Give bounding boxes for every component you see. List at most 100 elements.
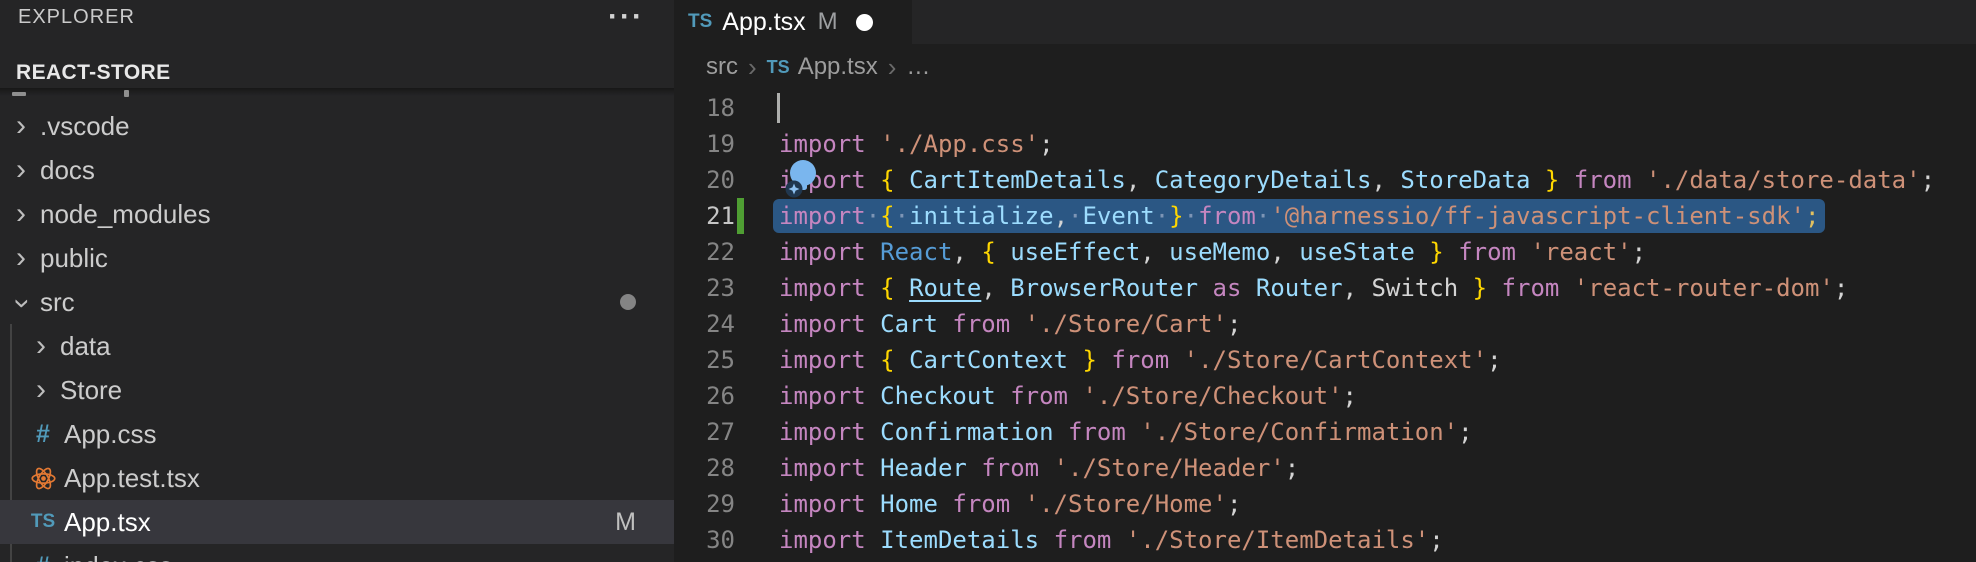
tree-item-label: data xyxy=(60,331,111,362)
tree-item-label: Store xyxy=(60,375,122,406)
line-number[interactable]: 23 xyxy=(674,270,735,306)
code-text: import Checkout from './Store/Checkout'; xyxy=(779,378,1357,414)
editor-tabbar: TS App.tsx M xyxy=(674,0,1976,44)
code-text: import { Route, BrowserRouter as Router,… xyxy=(779,270,1848,306)
file-item-app-tsx[interactable]: TS App.tsx M xyxy=(0,500,674,544)
line-number[interactable]: 27 xyxy=(674,414,735,450)
tree-item-label: public xyxy=(40,243,108,274)
line-number[interactable]: 20 xyxy=(674,162,735,198)
code-line-25[interactable]: 25 import { CartContext } from './Store/C… xyxy=(674,342,1976,378)
code-text: import ItemDetails from './Store/ItemDet… xyxy=(779,522,1444,558)
code-text: import·{·initialize,·Event·}·from·'@harn… xyxy=(779,198,1819,234)
code-text: import { CartContext } from './Store/Car… xyxy=(779,342,1502,378)
line-number[interactable]: 25 xyxy=(674,342,735,378)
code-line-24[interactable]: 24 import Cart from './Store/Cart'; xyxy=(674,306,1976,342)
file-item-app-test-tsx[interactable]: App.test.tsx xyxy=(0,456,674,500)
typescript-icon: TS xyxy=(31,511,55,533)
code-text: import React, { useEffect, useMemo, useS… xyxy=(779,234,1646,270)
css-icon: # xyxy=(36,420,50,449)
chevron-right-icon: › xyxy=(888,52,897,83)
react-icon xyxy=(30,465,57,492)
chevron-down-icon: › xyxy=(8,291,38,317)
code-text: import './App.css'; xyxy=(779,126,1054,162)
tree-item-label: node_modules xyxy=(40,199,211,230)
explorer-title: EXPLORER xyxy=(18,6,135,29)
code-line-27[interactable]: 27 import Confirmation from './Store/Conf… xyxy=(674,414,1976,450)
modified-dot-badge xyxy=(620,294,636,310)
code-line-20[interactable]: 20 import { CartItemDetails, CategoryDeta… xyxy=(674,162,1976,198)
ellipsis-icon[interactable]: ··· xyxy=(608,0,644,34)
css-icon: # xyxy=(36,552,50,562)
folder-item-store[interactable]: ›Store xyxy=(0,368,674,412)
folder-item-node-modules[interactable]: ›node_modules xyxy=(0,192,674,236)
code-line-21[interactable]: 21 import·{·initialize,·Event·}·from·'@ha… xyxy=(674,198,1976,234)
typescript-icon: TS xyxy=(767,57,790,78)
tab-git-modified-badge: M xyxy=(818,8,838,36)
tree-item-label: App.css xyxy=(64,419,157,450)
chevron-right-icon: › xyxy=(8,199,34,229)
code-line-26[interactable]: 26 import Checkout from './Store/Checkout… xyxy=(674,378,1976,414)
breadcrumb: src › TS App.tsx › … xyxy=(674,44,1976,90)
tree-item-label: src xyxy=(40,287,75,318)
line-number[interactable]: 26 xyxy=(674,378,735,414)
tab-label: App.tsx xyxy=(722,8,805,37)
code-text: import Confirmation from './Store/Confir… xyxy=(779,414,1473,450)
code-text: import { CartItemDetails, CategoryDetail… xyxy=(779,162,1935,198)
code-text: import Home from './Store/Home'; xyxy=(779,486,1241,522)
chevron-right-icon: › xyxy=(8,111,34,141)
git-modified-badge: M xyxy=(615,508,636,537)
chevron-right-icon: › xyxy=(8,155,34,185)
file-item-app-css[interactable]: # App.css xyxy=(0,412,674,456)
editor-area: TS App.tsx M src › TS App.tsx › … 1819 im… xyxy=(674,0,1976,562)
partial-row-fragment xyxy=(124,90,129,97)
code-line-19[interactable]: 19 import './App.css'; xyxy=(674,126,1976,162)
code-line-30[interactable]: 30 import ItemDetails from './Store/ItemD… xyxy=(674,522,1976,558)
line-number[interactable]: 28 xyxy=(674,450,735,486)
tree-item-label: App.tsx xyxy=(64,507,151,538)
tree-item-label: index.css xyxy=(64,551,172,562)
line-number[interactable]: 29 xyxy=(674,486,735,522)
line-number[interactable]: 22 xyxy=(674,234,735,270)
code-text: import Cart from './Store/Cart'; xyxy=(779,306,1241,342)
scroll-shadow xyxy=(0,88,674,96)
code-line-29[interactable]: 29 import Home from './Store/Home'; xyxy=(674,486,1976,522)
modified-gutter-bar xyxy=(737,198,744,234)
folder-item-src[interactable]: ›src xyxy=(0,280,674,324)
folder-item--vscode[interactable]: ›.vscode xyxy=(0,104,674,148)
code-line-18[interactable]: 18 xyxy=(674,90,1976,126)
code-line-28[interactable]: 28 import Header from './Store/Header'; xyxy=(674,450,1976,486)
line-number[interactable]: 18 xyxy=(674,90,735,126)
selection-highlight: import·{·initialize,·Event·}·from·'@harn… xyxy=(773,199,1825,233)
code-line-23[interactable]: 23 import { Route, BrowserRouter as Route… xyxy=(674,270,1976,306)
chevron-right-icon: › xyxy=(28,375,54,405)
folder-item-docs[interactable]: ›docs xyxy=(0,148,674,192)
tree-item-label: App.test.tsx xyxy=(64,463,200,494)
text-cursor xyxy=(777,93,780,123)
folder-item-public[interactable]: ›public xyxy=(0,236,674,280)
chevron-right-icon: › xyxy=(748,52,757,83)
explorer-panel: EXPLORER ··· REACT-STORE ›.vscode›docs›n… xyxy=(0,0,674,562)
folder-item-data[interactable]: ›data xyxy=(0,324,674,368)
breadcrumb-item-src[interactable]: src xyxy=(706,53,738,81)
tree-item-label: .vscode xyxy=(40,111,130,142)
line-number[interactable]: 30 xyxy=(674,522,735,558)
project-section-header[interactable]: REACT-STORE xyxy=(16,61,171,85)
tab-app-tsx[interactable]: TS App.tsx M xyxy=(674,0,912,44)
vscode-window: EXPLORER ··· REACT-STORE ›.vscode›docs›n… xyxy=(0,0,1976,562)
chevron-right-icon: › xyxy=(28,331,54,361)
tree-item-label: docs xyxy=(40,155,95,186)
typescript-icon: TS xyxy=(688,11,712,33)
line-number[interactable]: 21 xyxy=(674,198,735,234)
file-item-index-css[interactable]: # index.css xyxy=(0,544,674,562)
partial-row-fragment xyxy=(12,92,26,96)
code-area: 1819 import './App.css'; 20 import { CartIt… xyxy=(674,90,1976,562)
unsaved-dot-icon[interactable] xyxy=(856,14,873,31)
code-line-22[interactable]: 22 import React, { useEffect, useMemo, us… xyxy=(674,234,1976,270)
quickfix-lightbulb-icon[interactable] xyxy=(782,158,824,200)
breadcrumb-item-symbol[interactable]: … xyxy=(906,53,930,81)
line-number[interactable]: 24 xyxy=(674,306,735,342)
file-tree: ›.vscode›docs›node_modules›public›src›da… xyxy=(0,104,674,562)
code-text: import Header from './Store/Header'; xyxy=(779,450,1299,486)
breadcrumb-item-file[interactable]: App.tsx xyxy=(798,53,878,81)
line-number[interactable]: 19 xyxy=(674,126,735,162)
